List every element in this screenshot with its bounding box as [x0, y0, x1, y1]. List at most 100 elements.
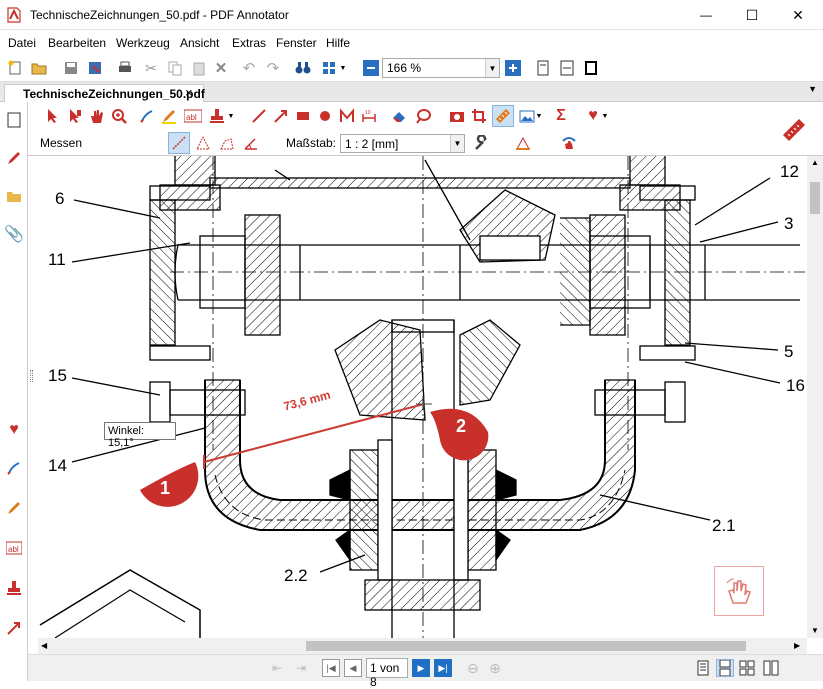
scale-select[interactable]: 1 : 2 [mm] ▼	[340, 134, 465, 153]
menu-hilfe[interactable]: Hilfe	[326, 36, 350, 50]
page-layout-button[interactable]	[318, 57, 340, 79]
save-as-button[interactable]	[84, 57, 106, 79]
zoom-out-button[interactable]	[360, 57, 382, 79]
document-canvas[interactable]: 6 11 15 14 12 3 5 16 2.1 2.2 1 2	[38, 156, 807, 638]
document-tab[interactable]: TechnischeZeichnungen_50.pdf ×	[4, 84, 205, 102]
measure-distance-button[interactable]	[168, 132, 190, 154]
find-button[interactable]	[292, 57, 314, 79]
panel-splitter[interactable]	[30, 370, 33, 382]
maximize-button[interactable]: ☐	[729, 0, 775, 30]
zoom-dropdown[interactable]: ▼	[485, 59, 499, 77]
marker-tool-button[interactable]	[4, 498, 24, 518]
open-button[interactable]	[28, 57, 50, 79]
annotation-pen-button[interactable]	[4, 148, 24, 168]
history-forward-button[interactable]: ⊕	[486, 659, 504, 677]
wave-hand-button[interactable]	[558, 132, 580, 154]
fit-page-button[interactable]	[532, 57, 554, 79]
calibrate-button[interactable]	[470, 132, 492, 154]
select-text-button[interactable]	[64, 105, 86, 127]
pen-button[interactable]	[136, 105, 158, 127]
delete-button[interactable]: ✕	[210, 57, 232, 79]
next-document-button[interactable]: ⇥	[292, 659, 310, 677]
favorites-button[interactable]: ♥	[4, 420, 24, 440]
scroll-down-icon[interactable]: ▼	[811, 626, 819, 635]
continuous-view-button[interactable]	[716, 659, 734, 677]
scroll-right-icon[interactable]: ▶	[794, 641, 800, 650]
page-number-field[interactable]: 1 von 8	[366, 658, 408, 689]
history-back-button[interactable]: ⊖	[464, 659, 482, 677]
menu-werkzeug[interactable]: Werkzeug	[116, 36, 170, 50]
prev-page-button[interactable]: ◀	[344, 659, 362, 677]
scroll-left-icon[interactable]: ◀	[41, 641, 47, 650]
measure-point-1-label[interactable]: 1	[160, 478, 170, 499]
tab-list-dropdown-icon[interactable]: ▼	[808, 84, 817, 94]
select-tool-button[interactable]	[42, 105, 64, 127]
undo-button[interactable]: ↶	[238, 57, 260, 79]
cut-button[interactable]: ✂	[140, 57, 162, 79]
ellipse-tool-button[interactable]	[314, 105, 336, 127]
text-button[interactable]: abl	[182, 105, 204, 127]
text-tool-button[interactable]: abl	[4, 538, 24, 558]
page-view-button[interactable]	[4, 110, 24, 130]
scale-dropdown[interactable]: ▼	[450, 135, 464, 152]
crop-button[interactable]	[468, 105, 490, 127]
measure-tool-active-button[interactable]	[780, 116, 808, 144]
redo-button[interactable]: ↷	[262, 57, 284, 79]
menu-ansicht[interactable]: Ansicht	[180, 36, 219, 50]
arrow-tool-button[interactable]	[270, 105, 292, 127]
fit-width-button[interactable]	[556, 57, 578, 79]
close-button[interactable]: ✕	[775, 0, 821, 30]
paste-button[interactable]	[188, 57, 210, 79]
formula-button[interactable]: Σ	[550, 105, 572, 127]
line-tool-button[interactable]	[248, 105, 270, 127]
image-dropdown[interactable]: ▼	[534, 105, 544, 127]
dimension-tool-button[interactable]: 10	[358, 105, 380, 127]
menu-datei[interactable]: Datei	[8, 36, 36, 50]
measure-polyline-button[interactable]	[192, 132, 214, 154]
stamp-button[interactable]	[206, 105, 228, 127]
vertical-scroll-thumb[interactable]	[810, 182, 820, 214]
measure-angle-button[interactable]	[240, 132, 262, 154]
measure-tool-button[interactable]	[492, 105, 514, 127]
new-document-button[interactable]	[4, 57, 26, 79]
horizontal-scroll-thumb[interactable]	[306, 641, 746, 651]
eraser-button[interactable]	[388, 105, 410, 127]
lasso-button[interactable]	[412, 105, 434, 127]
last-page-button[interactable]: ▶|	[434, 659, 452, 677]
laser-pointer-button[interactable]	[714, 566, 764, 616]
attachments-button[interactable]: 📎	[4, 224, 24, 244]
facing-pages-view-button[interactable]	[762, 659, 780, 677]
rectangle-tool-button[interactable]	[292, 105, 314, 127]
next-page-button[interactable]: ▶	[412, 659, 430, 677]
two-page-view-button[interactable]	[738, 659, 756, 677]
highlighter-button[interactable]	[158, 105, 180, 127]
folder-panel-button[interactable]	[4, 186, 24, 206]
menu-extras[interactable]: Extras	[232, 36, 266, 50]
stamp-tool-button[interactable]	[4, 578, 24, 598]
zoom-field[interactable]: 166 % ▼	[382, 58, 500, 78]
measurement-overlay[interactable]	[140, 396, 489, 507]
polyline-tool-button[interactable]	[336, 105, 358, 127]
measure-settings-button[interactable]	[512, 132, 534, 154]
single-page-view-button[interactable]	[694, 659, 712, 677]
minimize-button[interactable]: —	[683, 0, 729, 30]
zoom-in-button[interactable]	[502, 57, 524, 79]
arrow-tool-button[interactable]	[4, 618, 24, 638]
tab-close-icon[interactable]: ×	[185, 85, 193, 100]
favorites-dropdown[interactable]: ▼	[600, 105, 610, 127]
zoom-tool-button[interactable]	[108, 105, 130, 127]
measure-area-button[interactable]	[216, 132, 238, 154]
layout-dropdown[interactable]: ▼	[338, 57, 348, 79]
vertical-scrollbar[interactable]: ▲ ▼	[807, 156, 823, 638]
first-page-button[interactable]: |◀	[322, 659, 340, 677]
menu-bearbeiten[interactable]: Bearbeiten	[48, 36, 106, 50]
pen-tool-button[interactable]	[4, 458, 24, 478]
scroll-up-icon[interactable]: ▲	[811, 158, 819, 167]
stamp-dropdown[interactable]: ▼	[226, 105, 236, 127]
save-button[interactable]	[60, 57, 82, 79]
menu-fenster[interactable]: Fenster	[276, 36, 317, 50]
horizontal-scrollbar[interactable]: ◀ ▶	[38, 638, 807, 654]
prev-document-button[interactable]: ⇤	[268, 659, 286, 677]
pan-tool-button[interactable]	[86, 105, 108, 127]
measure-point-2-label[interactable]: 2	[456, 416, 466, 437]
